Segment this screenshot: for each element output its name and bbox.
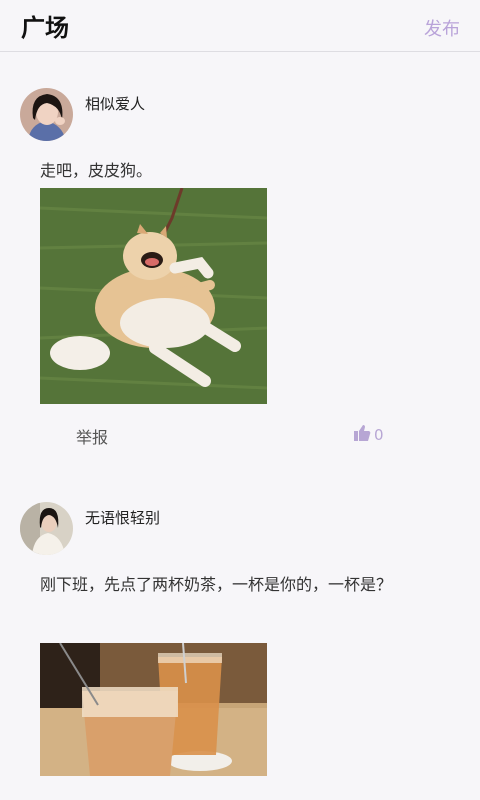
report-button[interactable]: 举报: [76, 424, 108, 448]
post-username[interactable]: 无语恨轻别: [85, 507, 160, 528]
page-title: 广场: [21, 14, 69, 42]
thumbs-up-icon: [353, 424, 371, 446]
like-count: 0: [374, 426, 384, 444]
publish-button[interactable]: 发布: [424, 15, 460, 41]
post-username[interactable]: 相似爱人: [85, 93, 145, 114]
post-text: 刚下班，先点了两杯奶茶，一杯是你的，一杯是？: [40, 575, 393, 594]
post-text: 走吧，皮皮狗。: [40, 161, 153, 180]
post-image[interactable]: [40, 188, 267, 404]
post-image[interactable]: [40, 643, 267, 776]
like-button[interactable]: 0: [353, 424, 384, 446]
avatar[interactable]: [20, 88, 73, 141]
avatar[interactable]: [20, 502, 73, 555]
top-bar: 广场 发布: [0, 0, 480, 52]
